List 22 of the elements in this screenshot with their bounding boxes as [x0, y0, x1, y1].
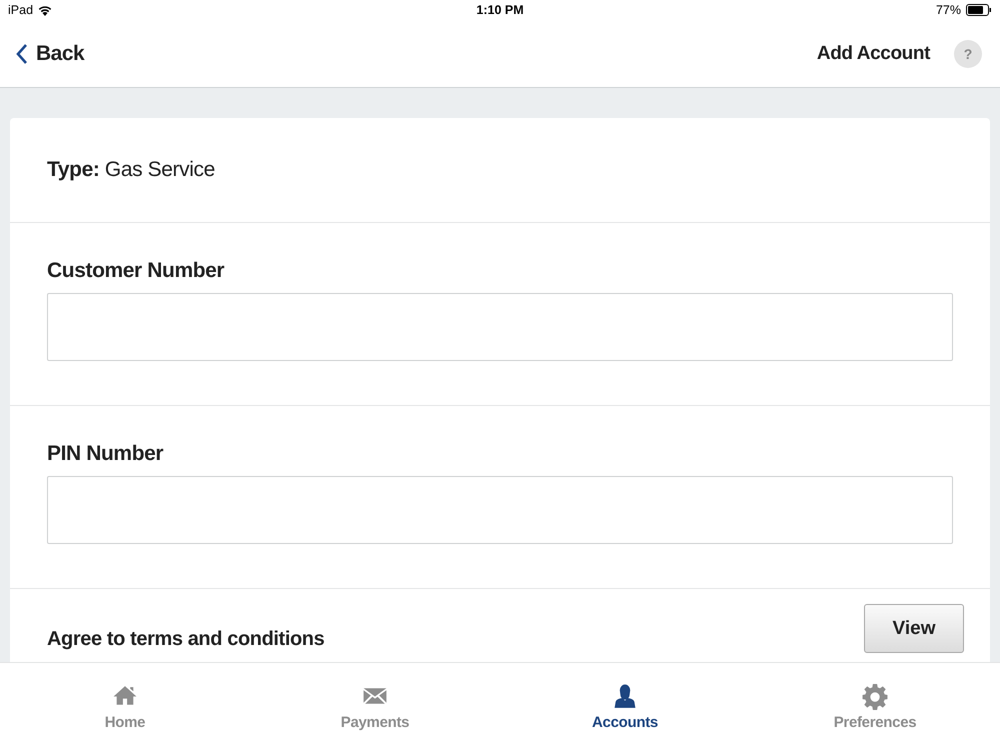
- input-field[interactable]: [47, 293, 953, 361]
- view-button[interactable]: View: [864, 604, 964, 653]
- device-name: iPad: [8, 3, 34, 17]
- back-button[interactable]: Back: [16, 42, 84, 66]
- field-label: Customer Number: [47, 259, 226, 283]
- wifi-icon: [38, 4, 52, 16]
- page-title: Add Account: [816, 42, 930, 64]
- clock-time: 1:10 PM: [476, 3, 524, 17]
- help-button[interactable]: ?: [954, 40, 982, 68]
- tab-item[interactable]: Home: [0, 663, 250, 750]
- tab-item[interactable]: Payments: [250, 663, 500, 750]
- battery-icon: [966, 4, 992, 16]
- tab-item[interactable]: Accounts: [500, 663, 750, 750]
- tab-item[interactable]: Preferences: [750, 663, 1000, 750]
- settings-icon: [862, 683, 888, 710]
- terms-label: Agree to terms and conditions: [47, 628, 324, 651]
- chevron-left-icon: [16, 42, 28, 64]
- battery-percent: 77%: [936, 3, 961, 17]
- field-label: PIN Number: [47, 442, 164, 466]
- account-type: Type: Gas Service: [47, 158, 215, 182]
- person-icon: [612, 683, 638, 710]
- input-field[interactable]: [47, 476, 953, 544]
